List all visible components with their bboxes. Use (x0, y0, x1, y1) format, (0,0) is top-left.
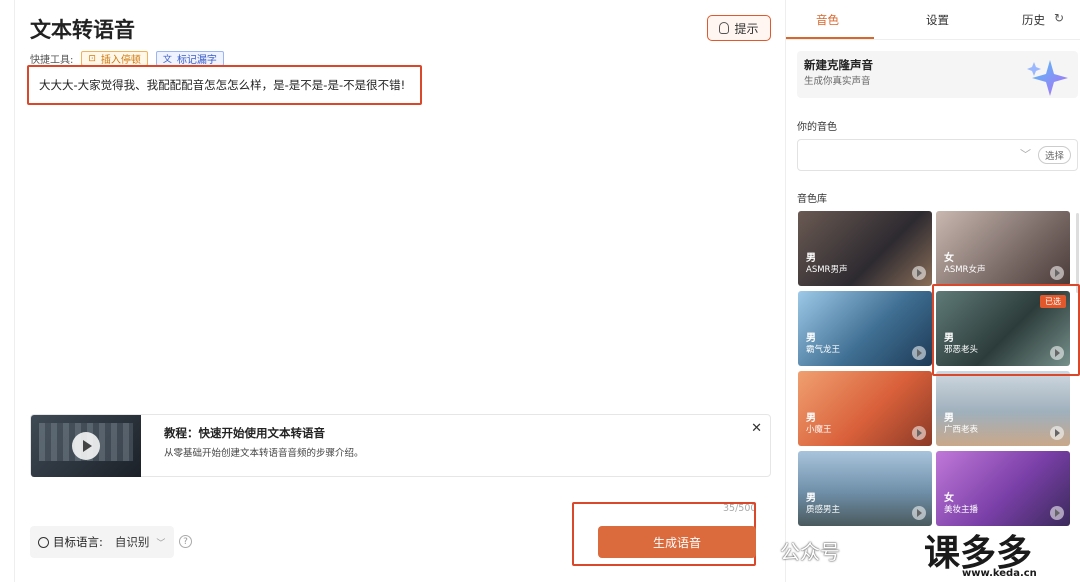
quick-tools-label: 快捷工具: (30, 55, 74, 66)
tutorial-thumbnail[interactable] (31, 415, 141, 477)
tab-settings[interactable]: 设置 (926, 12, 949, 28)
voice-card[interactable]: 男 ASMR男声 (798, 211, 932, 286)
tab-history[interactable]: 历史 (1022, 12, 1045, 28)
translate-icon: 文 (162, 55, 172, 65)
voice-gender: 男 (806, 413, 816, 424)
tip-label: 提示 (734, 21, 759, 36)
voice-name: ASMR男声 (806, 265, 848, 275)
chevron-down-icon: ﹀ (1020, 148, 1031, 161)
voice-name: 质感男主 (806, 505, 841, 515)
watermark-url: www.keda.cn (962, 568, 1037, 579)
select-button[interactable]: 选择 (1037, 146, 1071, 164)
side-tabs: 音色 设置 历史 ↻ (786, 0, 1080, 40)
text-input[interactable]: 大大大-大家觉得我、我配配配音怎怎怎么样，是-是不是-是-不是很不错! (27, 65, 422, 105)
lightbulb-icon (719, 22, 730, 34)
chevron-down-icon: ﹀ (156, 538, 166, 549)
play-icon[interactable] (912, 346, 926, 360)
tutorial-title: 教程：快速开始使用文本转语音 (164, 426, 325, 440)
clone-subtitle: 生成你真实声音 (804, 76, 871, 87)
voice-name: 广西老表 (944, 425, 979, 435)
watermark-text: 公众号 (780, 540, 840, 564)
tip-button[interactable]: 提示 (707, 15, 771, 41)
voice-card[interactable]: 男 小魔王 (798, 371, 932, 446)
your-voice-select[interactable]: ﹀ 选择 (797, 139, 1078, 171)
sparkle-icon (1027, 60, 1068, 96)
voice-card[interactable]: 男 广西老表 (936, 371, 1070, 446)
voice-gender: 男 (806, 493, 816, 504)
clone-voice-card[interactable]: 新建克隆声音 生成你真实声音 (797, 51, 1078, 98)
insert-pause-button[interactable]: ⊡ 插入停顿 (81, 51, 148, 66)
play-icon[interactable] (912, 426, 926, 440)
voice-name: 霸气龙王 (806, 345, 841, 355)
pause-icon: ⊡ (88, 53, 96, 64)
voice-gender: 女 (944, 493, 954, 504)
mark-word-button[interactable]: 文 标记漏字 (155, 51, 224, 66)
globe-icon (38, 536, 49, 548)
refresh-icon[interactable]: ↻ (1054, 11, 1064, 25)
your-voice-label: 你的音色 (797, 122, 837, 133)
play-icon[interactable] (72, 432, 100, 460)
play-icon[interactable] (1050, 266, 1064, 280)
tutorial-card[interactable]: 教程：快速开始使用文本转语音 从零基础开始创建文本转语音音频的步骤介绍。 ✕ (30, 414, 771, 477)
selected-voice-highlight (932, 284, 1080, 376)
voice-name: 美妆主播 (944, 505, 979, 515)
help-icon[interactable]: ? (179, 535, 192, 548)
play-icon[interactable] (912, 266, 926, 280)
clone-title: 新建克隆声音 (804, 58, 873, 72)
language-select[interactable]: 目标语言: 自识别 ﹀ (30, 526, 174, 558)
library-label: 音色库 (797, 194, 827, 205)
close-icon[interactable]: ✕ (751, 421, 762, 436)
app-root: 文本转语音 提示 快捷工具: ⊡ 插入停顿 文 标记漏字 大大大-大家觉得我、我… (0, 0, 1080, 582)
quick-tools: 快捷工具: ⊡ 插入停顿 文 标记漏字 (30, 51, 224, 66)
voice-gender: 男 (806, 333, 816, 344)
tab-voice[interactable]: 音色 (816, 12, 839, 28)
voice-card[interactable]: 女 美妆主播 (936, 451, 1070, 526)
voice-gender: 男 (944, 413, 954, 424)
language-value: 自识别 (114, 535, 150, 549)
voice-card[interactable]: 女 ASMR女声 (936, 211, 1070, 286)
scrollbar[interactable] (1076, 213, 1079, 293)
voice-gender: 女 (944, 253, 954, 264)
voice-card[interactable]: 男 质感男主 (798, 451, 932, 526)
play-icon[interactable] (1050, 426, 1064, 440)
main-panel: 文本转语音 提示 快捷工具: ⊡ 插入停顿 文 标记漏字 大大大-大家觉得我、我… (14, 0, 786, 582)
voice-gender: 男 (806, 253, 816, 264)
voice-card[interactable]: 男 霸气龙王 (798, 291, 932, 366)
mark-word-label: 标记漏字 (176, 55, 217, 66)
active-tab-indicator (786, 37, 874, 39)
voice-name: 小魔王 (806, 425, 832, 435)
language-label: 目标语言: (53, 535, 103, 549)
voice-name: ASMR女声 (944, 265, 986, 275)
tutorial-description: 从零基础开始创建文本转语音音频的步骤介绍。 (164, 448, 364, 459)
page-title: 文本转语音 (30, 18, 135, 42)
watermark: 公众号 课多多 www.keda.cn (722, 516, 1080, 582)
insert-pause-label: 插入停顿 (100, 55, 141, 66)
side-panel: 音色 设置 历史 ↻ 新建克隆声音 生成你真实声音 你的音色 ﹀ 选择 音色库 … (786, 0, 1080, 582)
